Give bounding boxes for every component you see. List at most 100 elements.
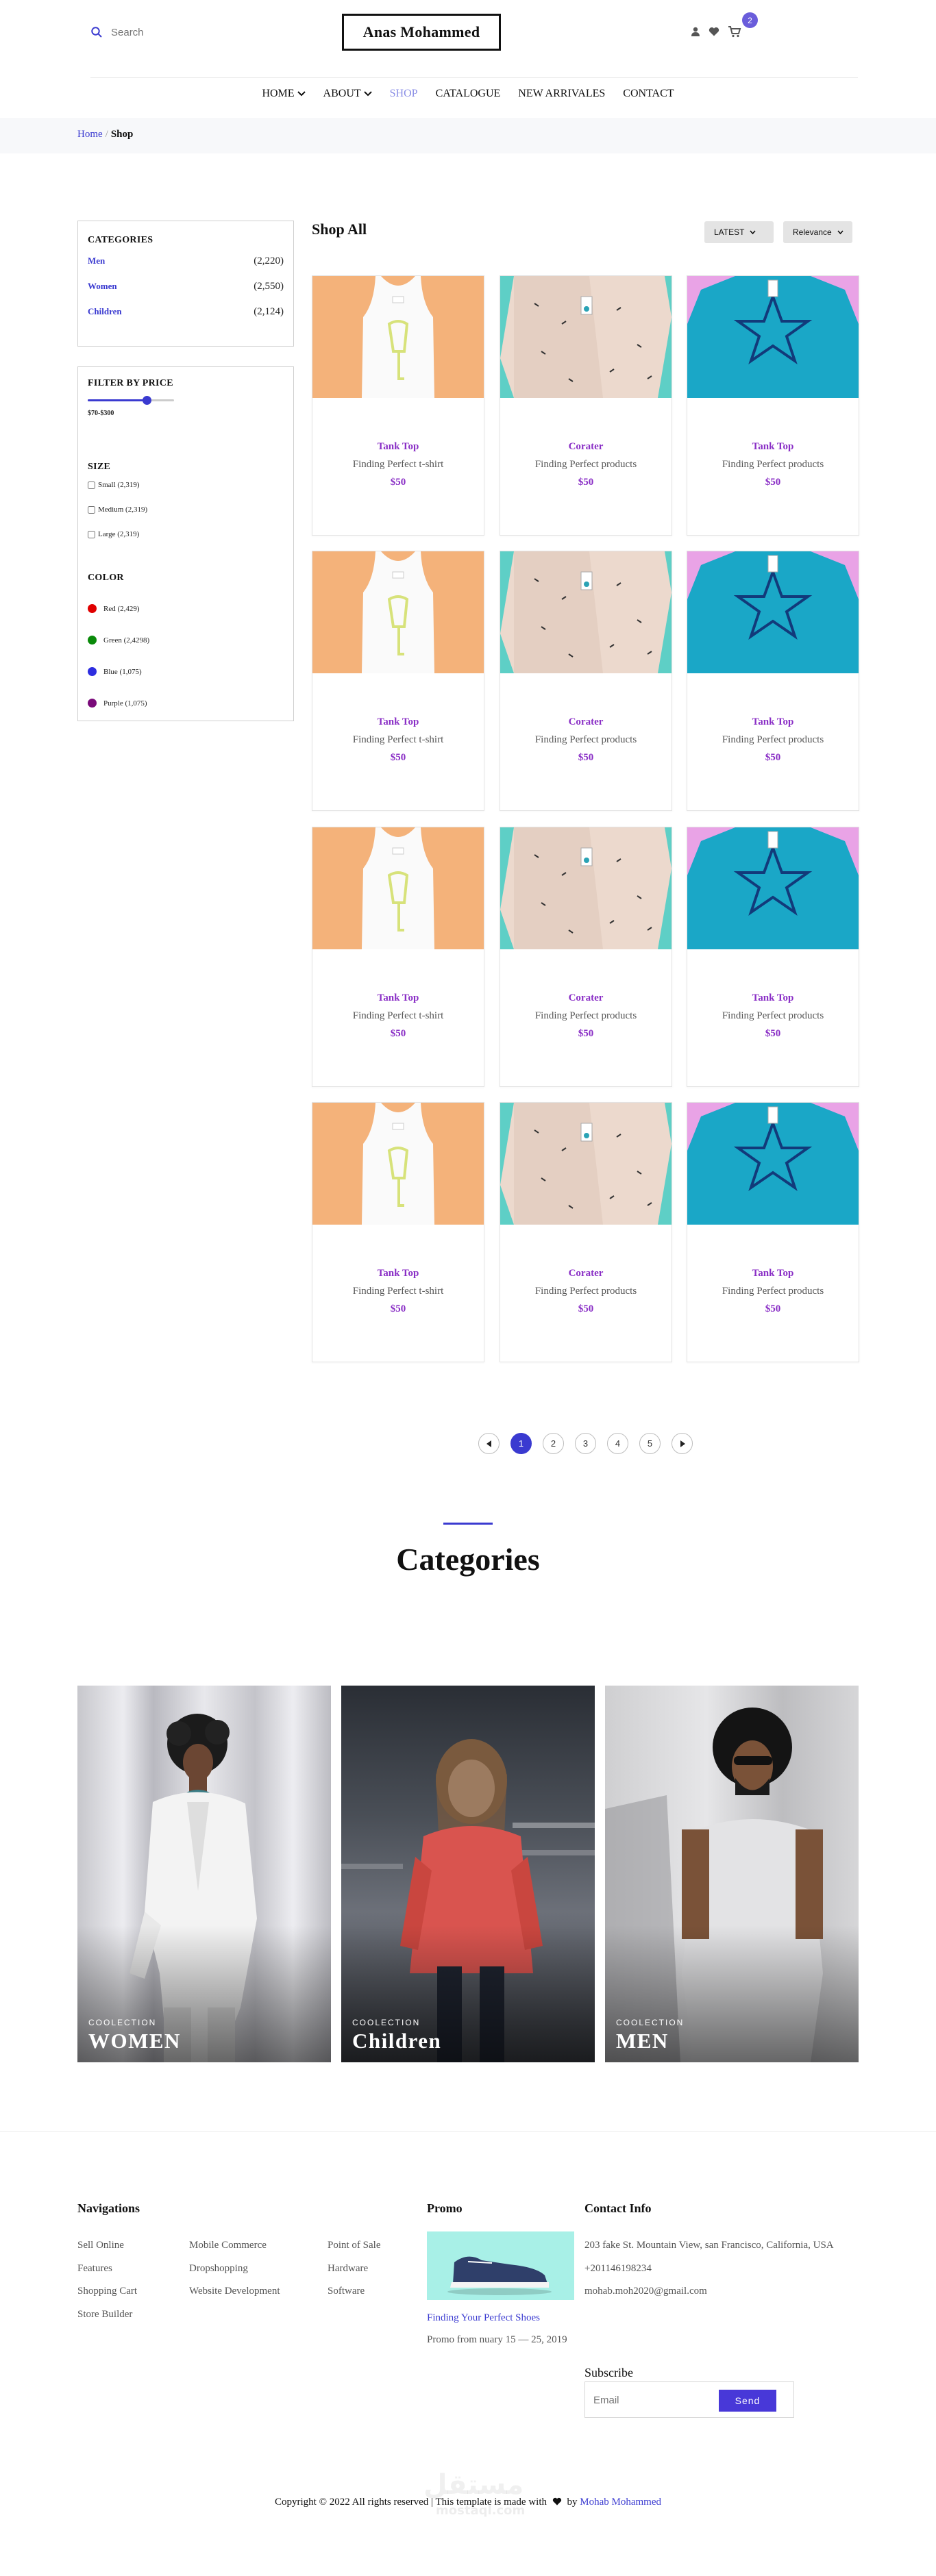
nav-home[interactable]: HOME	[253, 88, 314, 100]
footer-link[interactable]: Point of Sale	[328, 2240, 381, 2251]
pagination-prev-button[interactable]	[478, 1433, 500, 1454]
promo-link[interactable]: Finding Your Perfect Shoes	[427, 2312, 540, 2324]
sort-latest-select[interactable]: LATEST	[704, 221, 774, 243]
product-image[interactable]	[687, 1103, 859, 1225]
category-tile-men[interactable]: COOLECTION MEN	[605, 1686, 859, 2062]
promo-image[interactable]	[427, 2231, 574, 2300]
product-name[interactable]: Tank Top	[687, 1268, 859, 1279]
product-name[interactable]: Corater	[500, 716, 672, 728]
heart-icon[interactable]	[709, 27, 719, 36]
breadcrumb-home-link[interactable]: Home	[77, 129, 103, 140]
user-icon[interactable]	[691, 27, 700, 36]
cart-icon[interactable]	[728, 25, 741, 38]
breadcrumb: Home / Shop	[77, 129, 133, 140]
price-slider-track[interactable]	[88, 396, 174, 405]
product-image[interactable]	[312, 551, 484, 673]
footer-link[interactable]: Hardware	[328, 2263, 368, 2275]
pagination-next-button[interactable]	[672, 1433, 693, 1454]
pagination-page[interactable]: 5	[639, 1433, 661, 1454]
category-name: Men	[88, 255, 106, 266]
size-checkbox[interactable]	[88, 481, 95, 489]
product-card[interactable]: Tank Top Finding Perfect t-shirt $50	[312, 827, 484, 1087]
pagination-page[interactable]: 1	[510, 1433, 532, 1454]
size-checkbox[interactable]	[88, 505, 95, 514]
price-slider-handle[interactable]	[142, 396, 151, 405]
product-name[interactable]: Tank Top	[687, 716, 859, 728]
size-option-small[interactable]: Small (2,319)	[88, 481, 140, 489]
price-slider[interactable]	[88, 396, 174, 405]
footer-link[interactable]: Software	[328, 2286, 365, 2297]
size-option-large[interactable]: Large (2,319)	[88, 530, 139, 538]
category-tile-children[interactable]: COOLECTION Children	[341, 1686, 595, 2062]
nav-catalogue[interactable]: CATALOGUE	[427, 88, 510, 100]
search-input[interactable]	[111, 23, 248, 41]
product-image[interactable]	[312, 276, 484, 398]
product-image[interactable]	[687, 276, 859, 398]
footer-link[interactable]: Shopping Cart	[77, 2286, 137, 2297]
pagination-page[interactable]: 2	[543, 1433, 564, 1454]
sort-relevance-select[interactable]: Relevance	[783, 221, 852, 243]
product-card[interactable]: Tank Top Finding Perfect products $50	[687, 827, 859, 1087]
nav-shop[interactable]: SHOP	[381, 88, 427, 100]
pagination-page[interactable]: 4	[607, 1433, 628, 1454]
product-image[interactable]	[312, 827, 484, 949]
category-tile-women[interactable]: COOLECTION WOMEN	[77, 1686, 331, 2062]
contact-phone[interactable]: +201146198234	[584, 2263, 652, 2275]
subscribe-send-button[interactable]: Send	[719, 2390, 776, 2412]
product-image[interactable]	[500, 1103, 672, 1225]
product-card[interactable]: Tank Top Finding Perfect products $50	[687, 275, 859, 536]
product-name[interactable]: Corater	[500, 441, 672, 453]
product-name[interactable]: Tank Top	[312, 992, 484, 1004]
footer-link[interactable]: Features	[77, 2263, 112, 2275]
product-image[interactable]	[687, 827, 859, 949]
footer-link[interactable]: Mobile Commerce	[189, 2240, 267, 2251]
color-option-blue[interactable]: Blue (1,075)	[88, 667, 142, 676]
footer-link[interactable]: Store Builder	[77, 2309, 132, 2321]
product-card[interactable]: Tank Top Finding Perfect t-shirt $50	[312, 551, 484, 811]
footer-link[interactable]: Dropshopping	[189, 2263, 248, 2275]
footer-link[interactable]: Sell Online	[77, 2240, 124, 2251]
product-name[interactable]: Tank Top	[687, 441, 859, 453]
pagination-page[interactable]: 3	[575, 1433, 596, 1454]
product-card[interactable]: Tank Top Finding Perfect products $50	[687, 551, 859, 811]
contact-email[interactable]: mohab.moh2020@gmail.com	[584, 2286, 707, 2297]
product-card[interactable]: Corater Finding Perfect products $50	[500, 827, 672, 1087]
color-option-purple[interactable]: Purple (1,075)	[88, 699, 147, 708]
product-image[interactable]	[500, 827, 672, 949]
product-image[interactable]	[312, 1103, 484, 1225]
chevron-down-icon	[297, 91, 306, 97]
nav-new-arrivals[interactable]: NEW ARRIVALES	[509, 88, 614, 100]
product-card[interactable]: Tank Top Finding Perfect t-shirt $50	[312, 275, 484, 536]
category-row-men[interactable]: Men (2,220)	[88, 255, 284, 267]
section-accent-line	[443, 1523, 493, 1525]
copyright-author-link[interactable]: Mohab Mohammed	[580, 2497, 661, 2508]
nav-contact[interactable]: CONTACT	[614, 88, 682, 100]
search-icon[interactable]	[90, 26, 103, 38]
product-card[interactable]: Tank Top Finding Perfect t-shirt $50	[312, 1102, 484, 1362]
product-image[interactable]	[500, 276, 672, 398]
subscribe-email-input[interactable]	[593, 2392, 710, 2408]
product-name[interactable]: Corater	[500, 992, 672, 1004]
product-card[interactable]: Corater Finding Perfect products $50	[500, 275, 672, 536]
filter-panel: FILTER BY PRICE $70-$300 SIZE Small (2,3…	[77, 366, 294, 721]
footer-link[interactable]: Website Development	[189, 2286, 280, 2297]
product-name[interactable]: Tank Top	[312, 1268, 484, 1279]
product-card[interactable]: Corater Finding Perfect products $50	[500, 551, 672, 811]
category-row-children[interactable]: Children (2,124)	[88, 306, 284, 318]
product-card[interactable]: Tank Top Finding Perfect products $50	[687, 1102, 859, 1362]
nav-about[interactable]: ABOUT	[315, 88, 381, 100]
color-option-green[interactable]: Green (2,4298)	[88, 636, 149, 645]
category-row-women[interactable]: Women (2,550)	[88, 281, 284, 292]
product-name[interactable]: Tank Top	[687, 992, 859, 1004]
size-option-medium[interactable]: Medium (2,319)	[88, 505, 147, 514]
product-name[interactable]: Tank Top	[312, 441, 484, 453]
site-logo[interactable]: Anas Mohammed	[342, 14, 501, 51]
color-option-red[interactable]: Red (2,429)	[88, 604, 140, 613]
product-name[interactable]: Tank Top	[312, 716, 484, 728]
product-image[interactable]	[687, 551, 859, 673]
color-label: Green (2,4298)	[103, 636, 150, 645]
product-name[interactable]: Corater	[500, 1268, 672, 1279]
product-card[interactable]: Corater Finding Perfect products $50	[500, 1102, 672, 1362]
product-image[interactable]	[500, 551, 672, 673]
size-checkbox[interactable]	[88, 530, 95, 538]
